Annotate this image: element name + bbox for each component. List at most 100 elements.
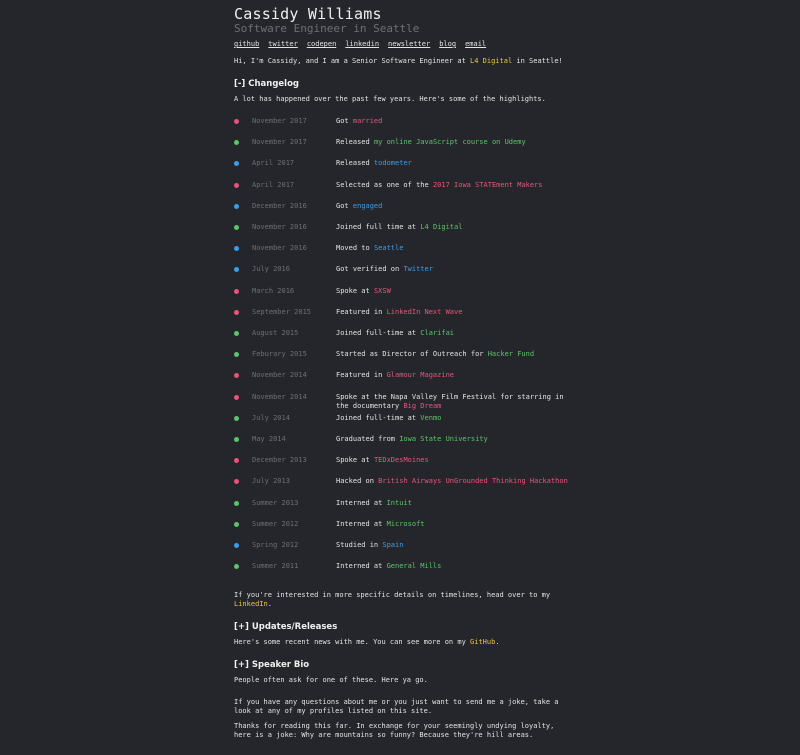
timeline-date: November 2014 bbox=[252, 392, 307, 401]
timeline-item: December 2016 Got engaged bbox=[234, 202, 574, 220]
timeline-dot-icon bbox=[234, 119, 239, 124]
timeline-dot-icon bbox=[234, 352, 239, 358]
timeline-dot-icon bbox=[234, 288, 239, 294]
timeline-date: Summer 2013 bbox=[252, 498, 299, 507]
timeline-event-link[interactable]: General Mills bbox=[387, 562, 442, 570]
timeline-item: December 2013 Spoke at TEDxDesMoines bbox=[234, 456, 574, 474]
bio-heading[interactable]: [+] Speaker Bio bbox=[234, 660, 309, 670]
intro-link-l4-digital[interactable]: L4 Digital bbox=[470, 57, 512, 65]
updates-heading[interactable]: [+] Updates/Releases bbox=[234, 622, 337, 632]
bio-text: People often ask for one of these. Here … bbox=[234, 676, 428, 684]
timeline-event-link[interactable]: married bbox=[353, 117, 383, 125]
nav-link-twitter[interactable]: twitter bbox=[268, 40, 298, 48]
nav-link-blog[interactable]: blog bbox=[439, 40, 456, 48]
timeline-event-link[interactable]: British Airways UnGrounded Thinking Hack… bbox=[378, 477, 568, 485]
timeline-event-link[interactable]: todometer bbox=[374, 159, 412, 167]
timeline-event-text: Spoke at the Napa Valley Film Festival f… bbox=[336, 392, 564, 410]
timeline-event-link[interactable]: TEDxDesMoines bbox=[374, 456, 429, 464]
timeline-event: Interned at Intuit bbox=[336, 499, 576, 508]
timeline-event-link[interactable]: Big Dream bbox=[403, 402, 441, 410]
nav-link-codepen[interactable]: codepen bbox=[307, 40, 337, 48]
changelog-outro: If you're interested in more specific de… bbox=[234, 591, 551, 608]
social-nav: github twitter codepen linkedin newsletter bl… bbox=[234, 40, 495, 48]
timeline-date: November 2017 bbox=[252, 138, 307, 147]
timeline-dot-icon bbox=[234, 182, 239, 188]
timeline-event-link[interactable]: Clarifai bbox=[420, 329, 454, 337]
intro-text: Hi, I'm Cassidy, and I am a Senior Softw… bbox=[234, 57, 563, 65]
timeline-dot-icon bbox=[234, 543, 239, 548]
timeline-item: November 2014 Featured in Glamour Magazin… bbox=[234, 371, 574, 389]
timeline-event-text: Released bbox=[336, 138, 374, 147]
timeline-event-link[interactable]: my online JavaScript course on Udemy bbox=[374, 138, 526, 146]
timeline-item: August 2015 Joined full-time at Clarifai bbox=[234, 329, 574, 347]
timeline-event: Joined full-time at Venmo bbox=[336, 414, 576, 423]
timeline-event-text: Spoke at bbox=[336, 286, 374, 295]
timeline-dot-icon bbox=[234, 309, 239, 315]
changelog-heading[interactable]: [-] Changelog bbox=[234, 79, 299, 89]
timeline-date: December 2016 bbox=[252, 201, 307, 210]
timeline-event-text: Featured in bbox=[336, 307, 387, 316]
timeline-event-text: Released bbox=[336, 159, 374, 168]
timeline-event: Moved to Seattle bbox=[336, 244, 576, 253]
timeline-date: September 2015 bbox=[252, 307, 312, 316]
timeline-date: Spring 2012 bbox=[252, 541, 299, 549]
timeline-event-link[interactable]: Venmo bbox=[420, 414, 441, 422]
timeline-item: September 2015 Featured in LinkedIn Next … bbox=[234, 308, 574, 326]
timeline-event: Got verified on Twitter bbox=[336, 265, 576, 274]
timeline-event-link[interactable]: Iowa State University bbox=[399, 435, 488, 443]
timeline-dot-icon bbox=[234, 246, 239, 252]
page-subtitle: Software Engineer in Seattle bbox=[234, 22, 420, 35]
timeline-dot-icon bbox=[234, 500, 239, 506]
timeline-item: March 2016 Spoke at SXSW bbox=[234, 287, 574, 305]
timeline-event-link[interactable]: Spain bbox=[382, 541, 403, 549]
timeline-item: November 2017 Got married bbox=[234, 117, 574, 135]
timeline-dot-icon bbox=[234, 331, 239, 336]
nav-link-linkedin[interactable]: linkedin bbox=[345, 40, 379, 48]
timeline-date: December 2013 bbox=[252, 456, 307, 465]
timeline-event: Selected as one of the 2017 Iowa STATEme… bbox=[336, 181, 576, 190]
timeline-item: July 2016 Got verified on Twitter bbox=[234, 265, 574, 283]
timeline-event-link[interactable]: Glamour Magazine bbox=[387, 371, 454, 379]
timeline-event-link[interactable]: Intuit bbox=[387, 499, 412, 507]
timeline-event-text: Got bbox=[336, 201, 353, 210]
timeline-date: Feburary 2015 bbox=[252, 350, 307, 359]
changelog-lead: A lot has happened over the past few yea… bbox=[234, 95, 546, 103]
timeline-date: August 2015 bbox=[252, 329, 299, 337]
timeline-event-link[interactable]: Hacker Fund bbox=[488, 350, 534, 358]
timeline-event-text: Got verified on bbox=[336, 265, 404, 274]
timeline-item: Summer 2011 Interned at General Mills bbox=[234, 562, 574, 580]
timeline-event-link[interactable]: Seattle bbox=[374, 244, 404, 252]
timeline-item: November 2017 Released my online JavaScri… bbox=[234, 138, 574, 156]
timeline-item: November 2016 Moved to Seattle bbox=[234, 244, 574, 262]
timeline-event-text: Got bbox=[336, 117, 353, 125]
timeline-event: Joined full-time at Clarifai bbox=[336, 329, 576, 338]
timeline-dot-icon bbox=[234, 415, 239, 421]
timeline-event-link[interactable]: L4 Digital bbox=[420, 223, 462, 231]
timeline-event-link[interactable]: LinkedIn Next Wave bbox=[387, 308, 463, 316]
updates-text: Here's some recent news with me. You can… bbox=[234, 638, 500, 646]
joke-text: Thanks for reading this far. In exchange… bbox=[234, 722, 555, 739]
timeline-event-text: Studied in bbox=[336, 541, 383, 549]
timeline-event: Spoke at the Napa Valley Film Festival f… bbox=[336, 393, 576, 411]
timeline-dot-icon bbox=[234, 564, 239, 570]
nav-link-github[interactable]: github bbox=[234, 40, 259, 48]
timeline-event: Got engaged bbox=[336, 202, 576, 211]
outro-link-linkedin[interactable]: LinkedIn bbox=[234, 600, 268, 608]
nav-link-newsletter[interactable]: newsletter bbox=[388, 40, 430, 48]
nav-link-email[interactable]: email bbox=[465, 40, 486, 48]
timeline-event-link[interactable]: SXSW bbox=[374, 287, 391, 295]
timeline-dot-icon bbox=[234, 161, 239, 167]
updates-link-github[interactable]: GitHub bbox=[470, 638, 495, 646]
timeline-date: November 2016 bbox=[252, 244, 307, 253]
timeline-dot-icon bbox=[234, 479, 239, 485]
timeline-item: July 2013 Hacked on British Airways UnGro… bbox=[234, 477, 574, 495]
timeline-event: Studied in Spain bbox=[336, 541, 576, 550]
timeline-date: May 2014 bbox=[252, 435, 286, 443]
timeline-event-link[interactable]: 2017 Iowa STATEment Makers bbox=[433, 181, 543, 189]
timeline-event-text: Interned at bbox=[336, 519, 387, 528]
timeline-event-link[interactable]: engaged bbox=[353, 202, 383, 210]
timeline-event: Released my online JavaScript course on … bbox=[336, 138, 576, 147]
timeline-event-link[interactable]: Microsoft bbox=[387, 520, 425, 528]
timeline-dot-icon bbox=[234, 373, 239, 379]
timeline-event-link[interactable]: Twitter bbox=[403, 265, 433, 273]
